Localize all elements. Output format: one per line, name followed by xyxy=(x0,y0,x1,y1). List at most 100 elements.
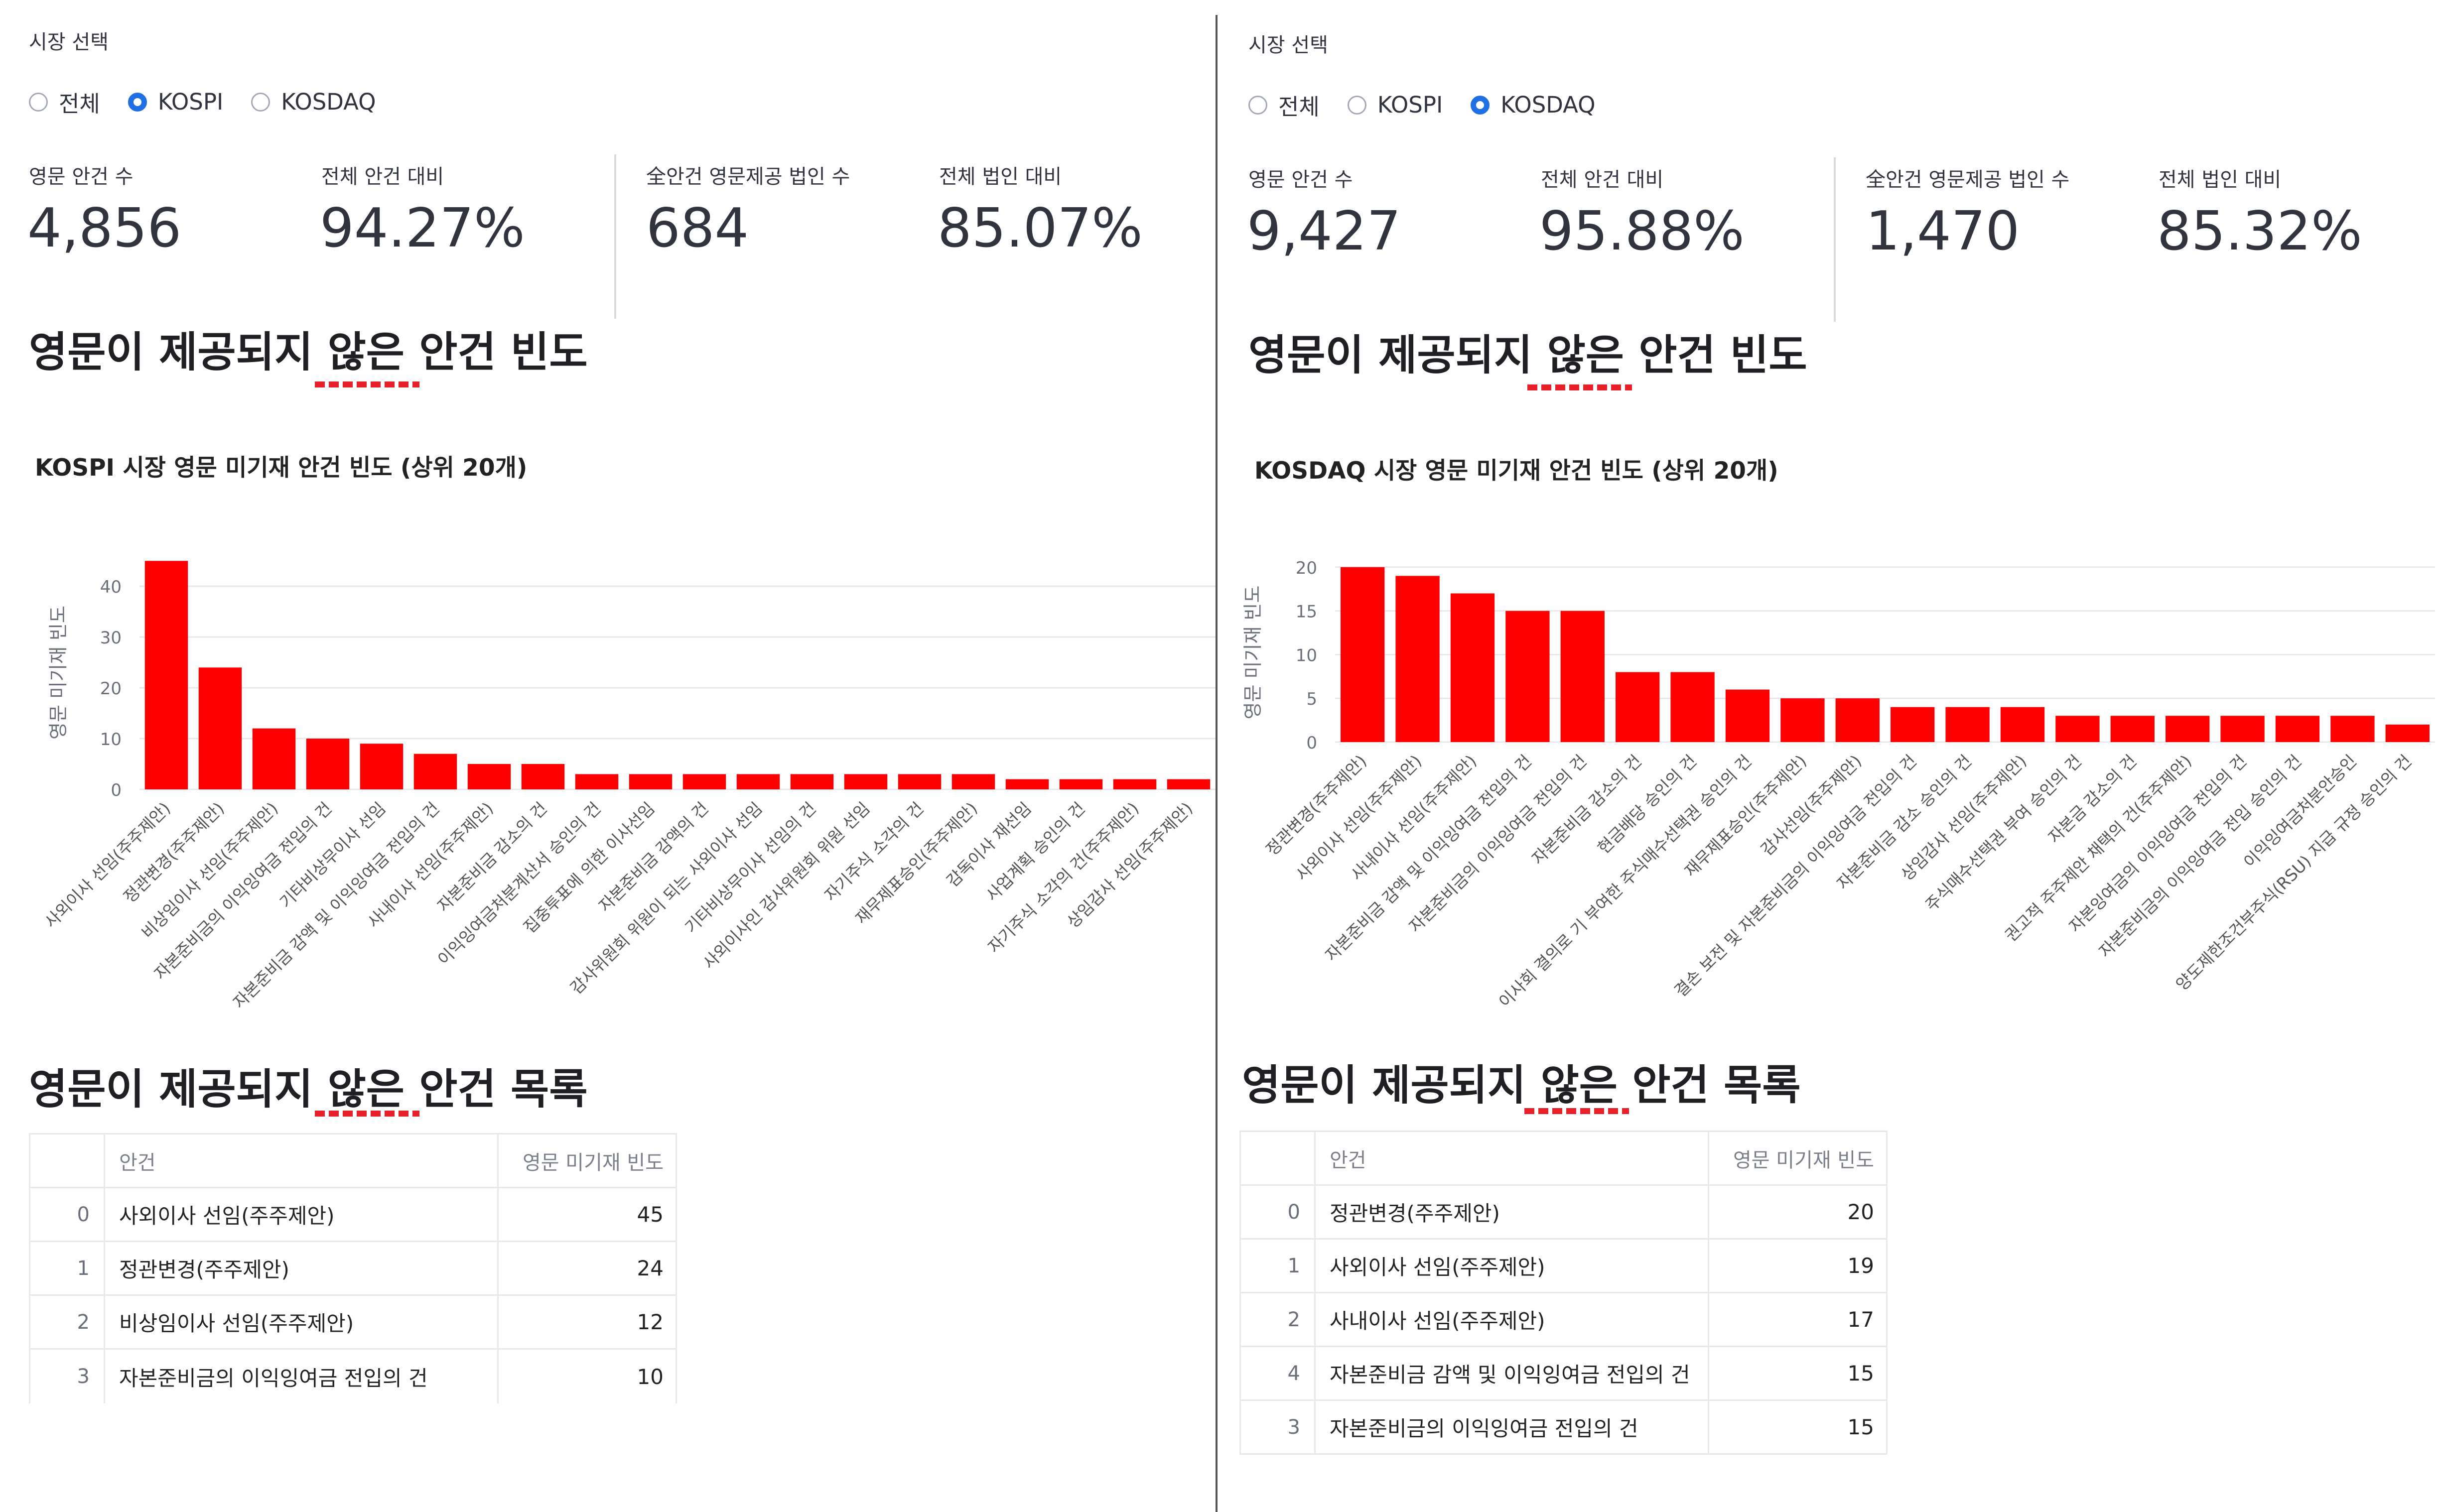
radio-kospi[interactable]: KOSPI xyxy=(1347,92,1443,118)
bar xyxy=(1725,689,1770,742)
row-index: 0 xyxy=(1241,1186,1316,1238)
x-tick-label: 사업계획 승인의 건 xyxy=(982,798,1088,905)
radio-all-circle[interactable] xyxy=(29,92,48,112)
metric-company-ratio-label: 전체 법인 대비 xyxy=(939,165,1062,188)
bar xyxy=(682,774,726,789)
item-column-header[interactable]: 안건 xyxy=(105,1134,499,1187)
bar xyxy=(2220,716,2265,742)
radio-kosdaq-circle[interactable] xyxy=(251,92,271,112)
bar xyxy=(306,739,350,789)
row-index: 4 xyxy=(1241,1347,1316,1399)
table-row[interactable]: 0 정관변경(주주제안) 20 xyxy=(1241,1186,1886,1240)
item-column-header[interactable]: 안건 xyxy=(1316,1132,1709,1184)
radio-kosdaq-label: KOSDAQ xyxy=(281,89,376,115)
row-index: 3 xyxy=(1241,1401,1316,1453)
radio-kospi-label: KOSPI xyxy=(157,89,224,115)
bar xyxy=(1780,698,1825,742)
radio-kospi-label: KOSPI xyxy=(1377,92,1443,118)
chart-title: KOSPI 시장 영문 미기재 안건 빈도 (상위 20개) xyxy=(35,454,528,482)
y-tick-label: 20 xyxy=(100,679,122,699)
radio-kospi-circle[interactable] xyxy=(1347,95,1366,115)
row-item: 사외이사 선임(주주제안) xyxy=(1316,1240,1709,1292)
freq-column-header[interactable]: 영문 미기재 빈도 xyxy=(499,1134,676,1187)
table-row[interactable]: 2 사내이사 선임(주주제안) 17 xyxy=(1241,1293,1886,1347)
y-axis-label: 영문 미기재 빈도 xyxy=(47,606,69,740)
y-tick-label: 0 xyxy=(1306,733,1317,753)
radio-kospi[interactable]: KOSPI xyxy=(128,89,223,115)
market-select-label: 시장 선택 xyxy=(1248,34,1328,57)
metric-english-items-label: 영문 안건 수 xyxy=(1248,168,1353,191)
metric-english-items-value: 9,427 xyxy=(1247,200,1401,262)
metric-companies-value: 1,470 xyxy=(1866,200,2020,262)
radio-kosdaq[interactable]: KOSDAQ xyxy=(1471,92,1596,118)
bar xyxy=(467,764,511,789)
table-row[interactable]: 1 사외이사 선임(주주제안) 19 xyxy=(1241,1240,1886,1293)
spellcheck-underline xyxy=(315,1111,419,1117)
bar xyxy=(413,754,457,789)
bar xyxy=(360,744,404,789)
row-item: 사내이사 선임(주주제안) xyxy=(1316,1293,1709,1346)
row-freq: 19 xyxy=(1847,1254,1874,1278)
bar xyxy=(144,561,188,789)
table-header-row: 안건 영문 미기재 빈도 xyxy=(30,1134,676,1188)
row-item: 자본준비금의 이익잉여금 전입의 건 xyxy=(105,1350,499,1403)
radio-all-label: 전체 xyxy=(59,91,100,117)
table-row[interactable]: 3 자본준비금의 이익잉여금 전입의 건 10 xyxy=(30,1350,676,1403)
bar xyxy=(521,764,565,789)
table-row[interactable]: 2 비상임이사 선임(주주제안) 12 xyxy=(30,1296,676,1350)
row-freq: 15 xyxy=(1847,1361,1874,1386)
metric-companies-label: 全안건 영문제공 법인 수 xyxy=(1866,168,2070,191)
table-row[interactable]: 4 자본준비금 감액 및 이익잉여금 전입의 건 15 xyxy=(1241,1347,1886,1401)
radio-all[interactable]: 전체 xyxy=(29,86,100,118)
bar xyxy=(844,774,888,789)
bar xyxy=(951,774,995,789)
metric-item-ratio-label: 전체 안건 대비 xyxy=(321,165,444,188)
spellcheck-underline xyxy=(1524,1108,1629,1114)
radio-all-circle[interactable] xyxy=(1248,95,1267,115)
index-header xyxy=(1241,1132,1316,1184)
radio-kospi-circle[interactable] xyxy=(128,92,147,112)
market-select-label: 시장 선택 xyxy=(29,31,109,54)
radio-kosdaq[interactable]: KOSDAQ xyxy=(251,89,376,115)
row-item: 정관변경(주주제안) xyxy=(105,1242,499,1294)
bar xyxy=(2330,716,2375,742)
freq-column-header[interactable]: 영문 미기재 빈도 xyxy=(1709,1132,1886,1184)
row-freq: 24 xyxy=(637,1256,664,1280)
panel-divider xyxy=(1216,15,1218,1512)
y-tick-label: 30 xyxy=(100,628,122,648)
y-tick-label: 5 xyxy=(1306,689,1317,709)
table-row[interactable]: 3 자본준비금의 이익잉여금 전입의 건 15 xyxy=(1241,1401,1886,1455)
radio-all-label: 전체 xyxy=(1278,94,1320,120)
chart-title: KOSDAQ 시장 영문 미기재 안건 빈도 (상위 20개) xyxy=(1254,457,1778,485)
row-freq: 10 xyxy=(637,1364,664,1389)
row-index: 1 xyxy=(30,1242,105,1294)
bar xyxy=(1560,611,1605,742)
row-item: 사외이사 선임(주주제안) xyxy=(105,1188,499,1241)
table-row[interactable]: 1 정관변경(주주제안) 24 xyxy=(30,1242,676,1296)
y-tick-label: 10 xyxy=(100,730,122,750)
bar xyxy=(1395,576,1440,742)
list-heading: 영문이 제공되지 않은 안건 목록 xyxy=(1242,1061,1801,1110)
row-freq: 17 xyxy=(1847,1307,1874,1332)
radio-all[interactable]: 전체 xyxy=(1248,89,1320,121)
bar xyxy=(1005,779,1049,789)
row-index: 2 xyxy=(1241,1293,1316,1346)
row-index: 1 xyxy=(1241,1240,1316,1292)
x-tick-label: 감사위원회 위원이 되는 사외이사 선임 xyxy=(566,798,766,998)
bar xyxy=(2166,716,2210,742)
radio-kosdaq-circle[interactable] xyxy=(1471,95,1490,115)
x-tick-label: 자본준비금 감액 및 이익잉여금 전입의 건 xyxy=(1321,751,1535,965)
metric-company-ratio-value: 85.07% xyxy=(938,197,1143,259)
table-row[interactable]: 0 사외이사 선임(주주제안) 45 xyxy=(30,1188,676,1242)
kospi-panel: 시장 선택 전체 KOSPI KOSDAQ 영문 안건 수 4,856 전체 안… xyxy=(0,0,1216,1512)
metric-english-items-label: 영문 안건 수 xyxy=(29,165,134,188)
y-tick-label: 20 xyxy=(1296,558,1317,578)
x-tick-label: 정관변경(주주제안) xyxy=(1262,751,1370,860)
metric-company-ratio-value: 85.32% xyxy=(2157,200,2362,262)
metric-item-ratio-value: 94.27% xyxy=(320,197,525,259)
kospi-bar-chart: 010203040영문 미기재 빈도사외이사 선임(주주제안)정관변경(주주제안… xyxy=(41,561,1216,1012)
metric-divider xyxy=(1834,157,1836,322)
table-header-row: 안건 영문 미기재 빈도 xyxy=(1241,1132,1886,1186)
row-index: 2 xyxy=(30,1296,105,1348)
bar xyxy=(198,667,242,789)
